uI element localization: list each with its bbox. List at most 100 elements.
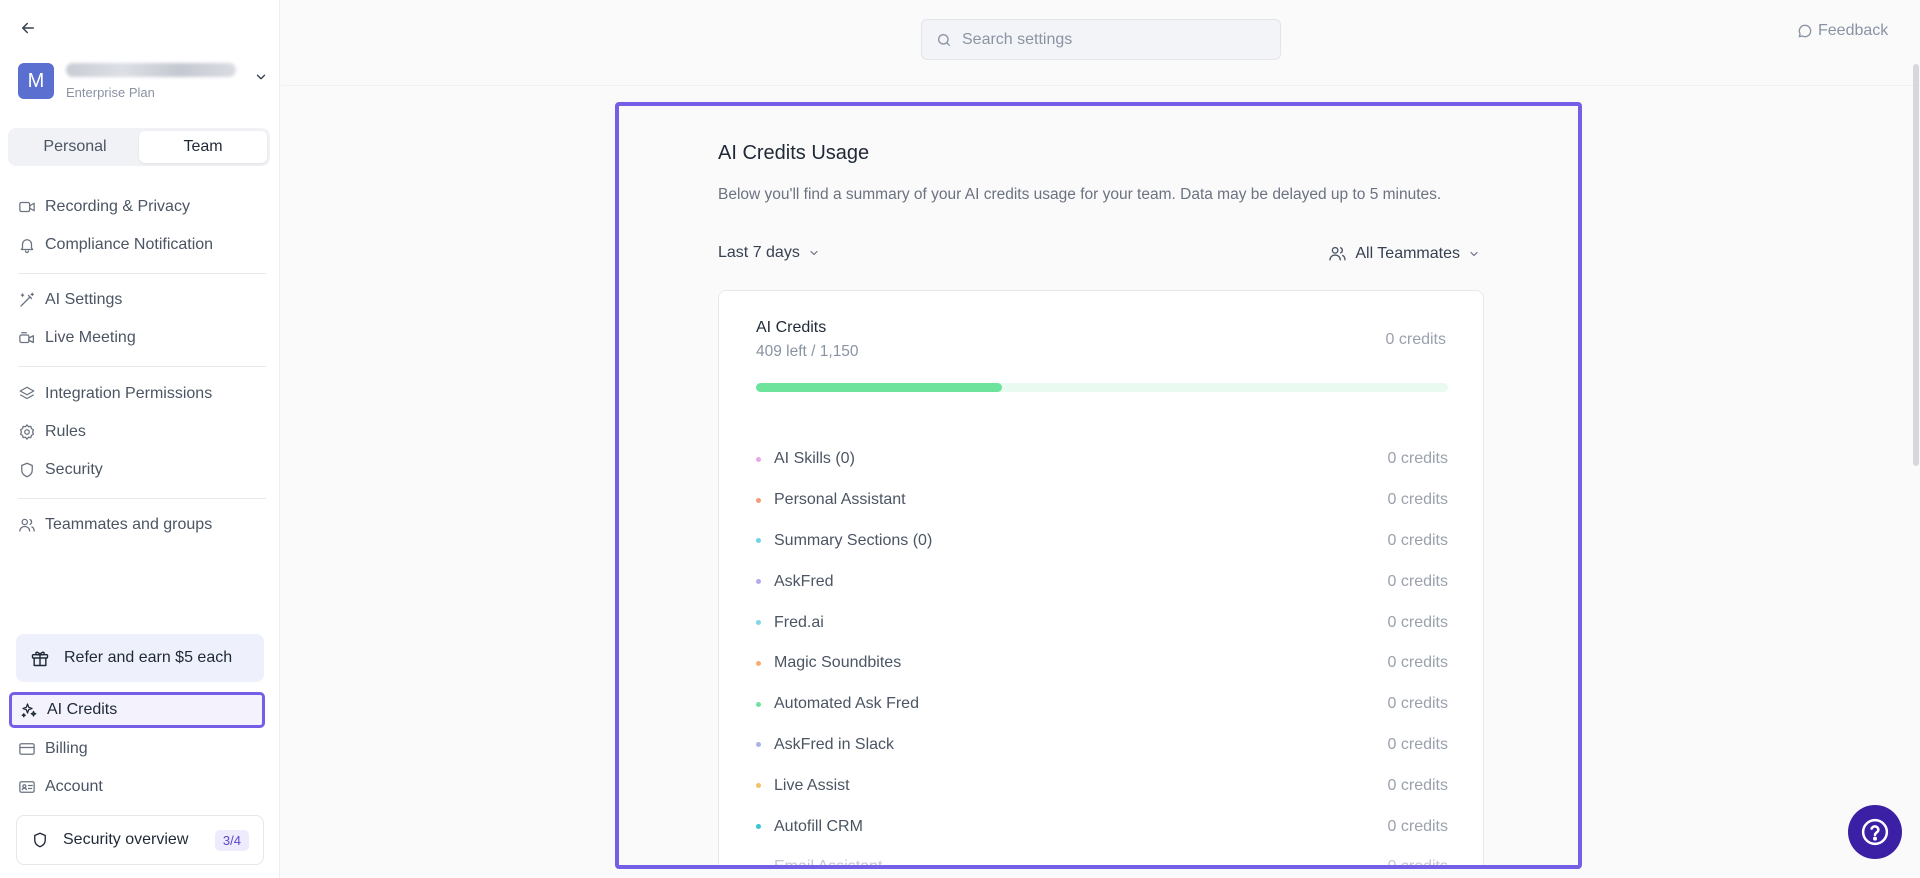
credits-progress-fill [756, 383, 1003, 392]
sidebar-item-billing[interactable]: Billing [18, 736, 88, 762]
item-label: Magic Soundbites [774, 654, 902, 672]
item-value: 0 credits [1387, 613, 1448, 631]
item-label: Email Assistant [774, 858, 883, 869]
item-value: 0 credits [1387, 817, 1448, 835]
security-score-badge: 3/4 [214, 829, 249, 851]
item-value: 0 credits [1387, 695, 1448, 713]
item-label: Automated Ask Fred [774, 695, 919, 713]
legend-dot [756, 620, 761, 626]
legend-dot [756, 864, 761, 865]
account-switcher[interactable]: M Enterprise Plan [18, 60, 268, 102]
page-description: Below you'll find a summary of your AI c… [718, 186, 1442, 203]
item-value: 0 credits [1387, 531, 1448, 549]
date-range-label: Last 7 days [718, 244, 800, 261]
date-range-dropdown[interactable]: Last 7 days [718, 244, 820, 262]
sidebar-item-ai-settings[interactable]: AI Settings [18, 287, 122, 313]
refer-earn-button[interactable]: Refer and earn $5 each [16, 634, 264, 682]
account-email-redacted [66, 62, 236, 77]
sidebar-item-label: Integration Permissions [45, 385, 213, 402]
list-item: AI Skills (0) 0 credits [756, 439, 1448, 480]
item-value: 0 credits [1387, 572, 1448, 590]
sidebar: M Enterprise Plan Personal Team Recordin… [0, 0, 280, 878]
credits-progress-track [756, 383, 1448, 392]
item-value: 0 credits [1387, 450, 1448, 468]
users-icon [19, 518, 35, 532]
shield-icon [34, 832, 46, 848]
search-icon [938, 33, 950, 46]
back-button[interactable] [16, 16, 40, 40]
item-value: 0 credits [1387, 858, 1448, 869]
sidebar-item-label: Account [45, 778, 103, 795]
feedback-button[interactable]: Feedback [1797, 22, 1888, 40]
sidebar-item-account[interactable]: Account [18, 774, 103, 800]
sparkles-icon [21, 703, 37, 718]
account-plan: Enterprise Plan [66, 84, 155, 100]
item-value: 0 credits [1387, 735, 1448, 753]
legend-dot [756, 497, 761, 503]
feedback-label: Feedback [1818, 22, 1889, 39]
sidebar-item-ai-credits[interactable]: AI Credits [9, 692, 265, 728]
live-video-icon [19, 332, 35, 344]
sidebar-item-integration-permissions[interactable]: Integration Permissions [18, 381, 212, 407]
gift-icon [31, 651, 49, 667]
item-label: AskFred in Slack [774, 735, 895, 753]
list-item: Magic Soundbites 0 credits [756, 643, 1448, 684]
credits-breakdown-list: AI Skills (0) 0 credits Personal Assistan… [756, 439, 1448, 869]
avatar: M [18, 63, 54, 99]
gear-icon [19, 424, 35, 440]
list-item: Personal Assistant 0 credits [756, 480, 1448, 521]
item-label: Summary Sections (0) [774, 531, 933, 549]
sidebar-item-rules[interactable]: Rules [18, 419, 86, 445]
sidebar-item-recording-privacy[interactable]: Recording & Privacy [18, 194, 190, 220]
list-item: Email Assistant 0 credits [756, 847, 1448, 869]
page-title: AI Credits Usage [718, 142, 870, 164]
security-overview-label: Security overview [63, 831, 189, 848]
help-button[interactable] [1848, 805, 1902, 859]
item-value: 0 credits [1387, 776, 1448, 794]
legend-dot [756, 660, 761, 666]
item-label: Autofill CRM [774, 817, 863, 835]
sidebar-item-live-meeting[interactable]: Live Meeting [18, 325, 136, 351]
scrollbar-thumb[interactable] [1913, 64, 1919, 466]
credits-card-title: AI Credits [756, 319, 827, 336]
sidebar-item-security[interactable]: Security [18, 457, 103, 483]
teammates-label: All Teammates [1355, 244, 1460, 262]
list-item: AskFred 0 credits [756, 561, 1448, 602]
credits-total-used: 0 credits [1385, 331, 1446, 348]
id-card-icon [19, 781, 35, 793]
scope-toggle: Personal Team [8, 128, 270, 166]
legend-dot [756, 538, 761, 544]
question-mark-icon [1861, 818, 1889, 846]
tab-personal[interactable]: Personal [11, 131, 139, 163]
sidebar-item-label: Rules [45, 423, 86, 440]
list-item: Autofill CRM 0 credits [756, 806, 1448, 847]
teammates-dropdown[interactable]: All Teammates [1328, 244, 1480, 263]
shield-icon [21, 462, 33, 478]
list-item: AskFred in Slack 0 credits [756, 725, 1448, 766]
security-overview-button[interactable]: Security overview 3/4 [16, 815, 264, 865]
tab-team[interactable]: Team [139, 131, 267, 163]
sidebar-item-label: AI Settings [45, 291, 123, 308]
sidebar-item-compliance-notification[interactable]: Compliance Notification [18, 232, 213, 258]
item-label: AskFred [774, 572, 834, 590]
sidebar-divider [18, 273, 266, 274]
sidebar-item-label: Live Meeting [45, 329, 136, 346]
legend-dot [756, 579, 761, 585]
sidebar-item-teammates-groups[interactable]: Teammates and groups [18, 512, 212, 538]
item-value: 0 credits [1387, 491, 1448, 509]
sidebar-divider [18, 498, 266, 499]
refer-earn-label: Refer and earn $5 each [64, 649, 233, 666]
item-label: AI Skills (0) [774, 450, 855, 468]
sidebar-divider [18, 366, 266, 367]
search-box[interactable] [921, 19, 1281, 60]
item-label: Fred.ai [774, 613, 824, 631]
chat-bubble-icon [1798, 24, 1812, 38]
list-item: Live Assist 0 credits [756, 765, 1448, 806]
chevron-down-icon [1470, 251, 1478, 256]
sidebar-item-label: Billing [45, 740, 88, 757]
legend-dot [756, 824, 761, 830]
search-input[interactable] [962, 30, 1262, 49]
sidebar-item-label: Compliance Notification [45, 236, 214, 253]
list-item: Fred.ai 0 credits [756, 602, 1448, 643]
sidebar-item-label: Security [45, 461, 103, 478]
